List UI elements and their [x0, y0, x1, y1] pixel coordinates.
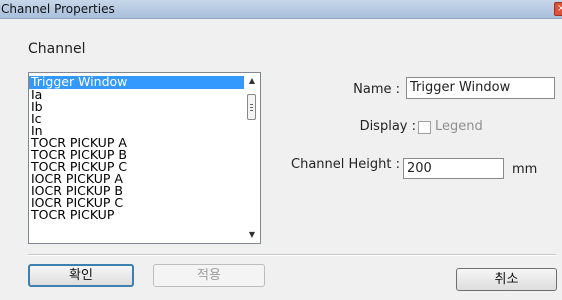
- legend-label: Legend: [435, 119, 483, 134]
- channel-list-items: Trigger Window Ia Ib Ic In TOCR PICKUP A TOCR …: [29, 76, 245, 221]
- list-scrollbar[interactable]: ▲ ▼: [244, 73, 260, 243]
- scroll-thumb[interactable]: [247, 94, 256, 120]
- height-unit-label: mm: [512, 162, 538, 177]
- scroll-down-icon[interactable]: ▼: [244, 227, 260, 243]
- close-icon[interactable]: ×: [554, 2, 562, 16]
- channel-list-item[interactable]: IOCR PICKUP B: [29, 185, 245, 197]
- apply-button[interactable]: 적용: [153, 264, 265, 287]
- channel-listbox[interactable]: Trigger Window Ia Ib Ic In TOCR PICKUP A TOCR …: [28, 72, 261, 244]
- scroll-up-icon[interactable]: ▲: [244, 73, 260, 89]
- thumb-grip-line: [250, 110, 253, 111]
- channel-list-item[interactable]: IOCR PICKUP A: [29, 173, 245, 185]
- thumb-grip-line: [250, 107, 253, 108]
- channel-height-field[interactable]: 200: [403, 158, 504, 179]
- channel-properties-dialog: Channel Properties × Channel Trigger Win…: [0, 0, 562, 300]
- ok-button[interactable]: 확인: [28, 264, 134, 287]
- channel-list-item[interactable]: TOCR PICKUP A: [29, 137, 245, 149]
- channel-group-label: Channel: [28, 41, 86, 57]
- channel-list-item[interactable]: Ia: [29, 89, 245, 101]
- channel-list-item[interactable]: Ic: [29, 113, 245, 125]
- channel-list-item[interactable]: TOCR PICKUP B: [29, 149, 245, 161]
- channel-list-item[interactable]: Trigger Window: [29, 76, 245, 89]
- channel-list-item[interactable]: Ib: [29, 101, 245, 113]
- channel-list-item[interactable]: TOCR PICKUP: [29, 209, 245, 221]
- thumb-grip-line: [250, 104, 253, 105]
- legend-checkbox[interactable]: [418, 121, 431, 134]
- title-bar[interactable]: Channel Properties ×: [0, 0, 562, 19]
- display-label: Display :: [359, 119, 416, 134]
- name-field[interactable]: Trigger Window: [406, 77, 555, 99]
- channel-list-item[interactable]: TOCR PICKUP C: [29, 161, 245, 173]
- window-title: Channel Properties: [1, 2, 115, 16]
- channel-list-item[interactable]: In: [29, 125, 245, 137]
- channel-height-label: Channel Height :: [291, 157, 400, 172]
- channel-list-item[interactable]: IOCR PICKUP C: [29, 197, 245, 209]
- cancel-button[interactable]: 취소: [456, 268, 557, 291]
- button-divider: [28, 254, 556, 256]
- name-label: Name :: [353, 82, 400, 97]
